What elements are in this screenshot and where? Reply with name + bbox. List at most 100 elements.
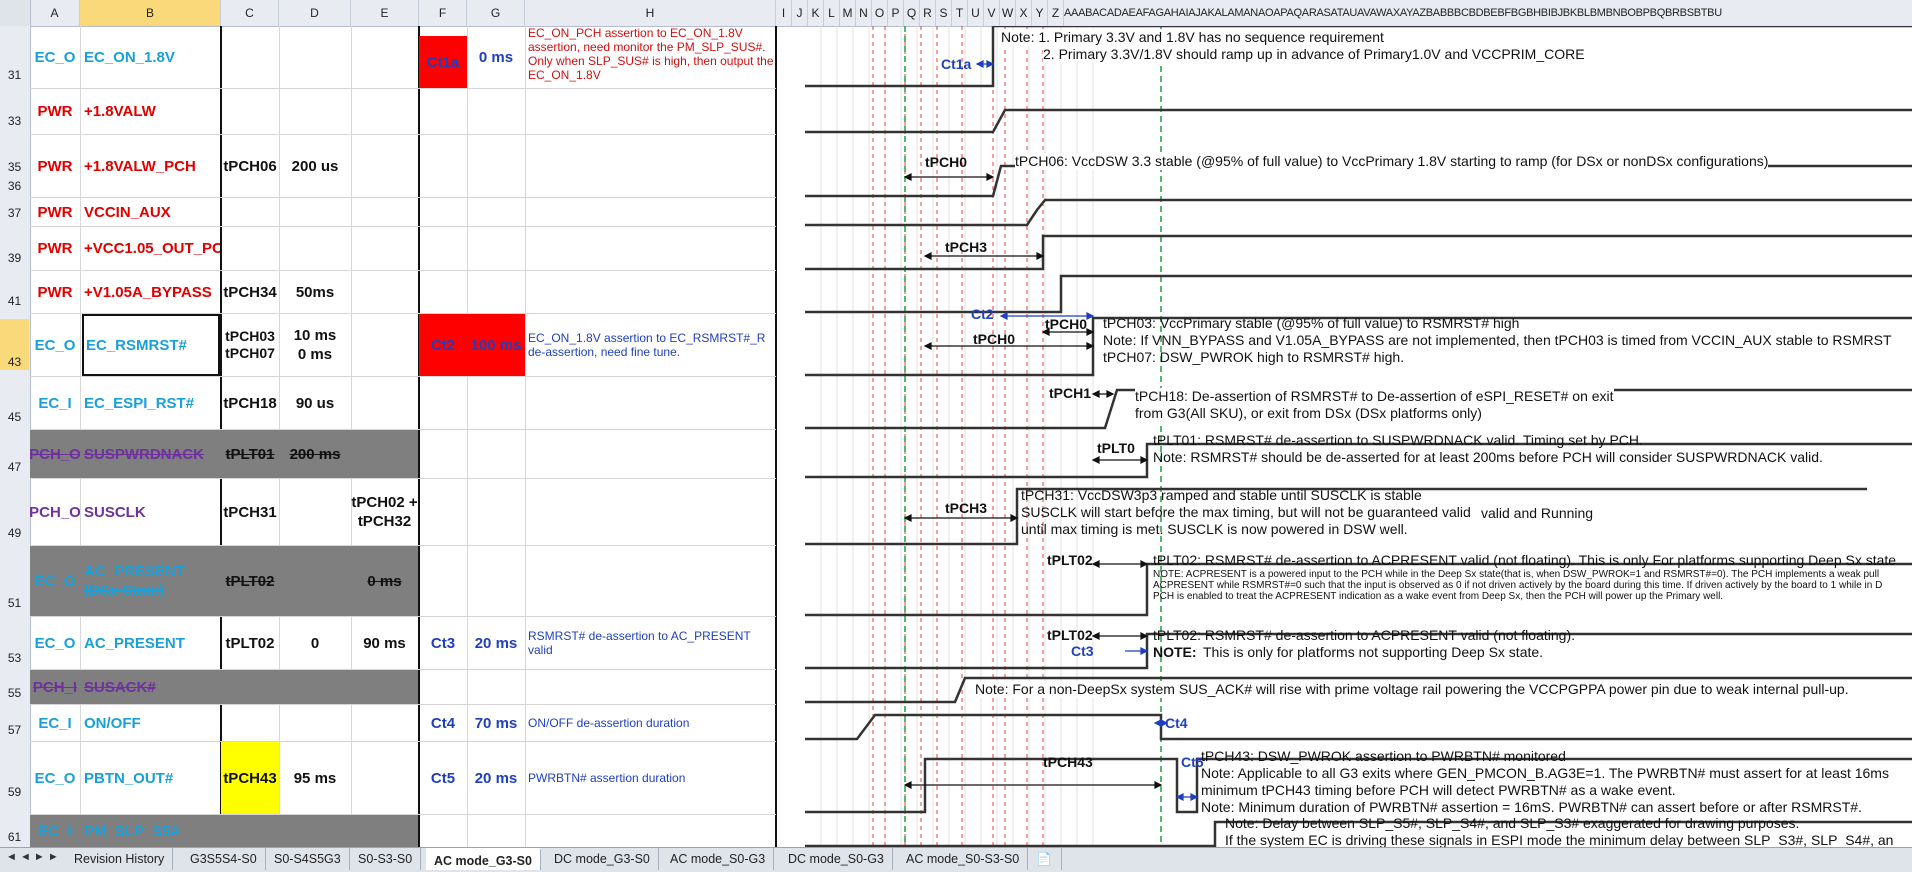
row-number[interactable]: 61 (0, 830, 29, 844)
col-header-m[interactable]: M (840, 0, 856, 26)
ct-value[interactable]: 70 ms (467, 705, 525, 741)
col-header-k[interactable]: K (808, 0, 824, 26)
ct-value[interactable]: 20 ms (467, 617, 525, 669)
col-header-y[interactable]: Y (1032, 0, 1048, 26)
row-number[interactable]: 45 (0, 410, 29, 424)
timing-value[interactable]: 10 ms 0 ms (279, 314, 351, 376)
signal-name[interactable]: AC_PRESENT (DSx State) (84, 546, 220, 616)
row-number[interactable]: 59 (0, 785, 29, 799)
row-number[interactable]: 55 (0, 686, 29, 700)
sheet-tab[interactable]: S0-S3-S0 (350, 848, 422, 870)
signal-type[interactable]: PWR (30, 135, 80, 197)
signal-name[interactable]: SUSACK# (84, 670, 220, 704)
signal-name[interactable]: AC_PRESENT (84, 617, 220, 669)
ct-description[interactable]: PWRBTN# assertion duration (528, 742, 774, 814)
col-header-t[interactable]: T (952, 0, 968, 26)
timing-value[interactable]: 200 ms (279, 430, 351, 478)
col-header-f[interactable]: F (419, 0, 467, 26)
sheet-tab[interactable]: DC mode_G3-S0 (546, 848, 659, 870)
sheet-tab[interactable]: G3S5S4-S0 (182, 848, 266, 870)
signal-name[interactable]: +1.8VALW_PCH (84, 135, 220, 197)
timing-param[interactable]: tPCH34 (221, 271, 279, 313)
row-number[interactable]: 53 (0, 651, 29, 665)
ct-value[interactable]: 0 ms (467, 26, 525, 88)
timing-param-highlight[interactable]: tPCH43 (221, 742, 279, 814)
col-header-w[interactable]: W (1000, 0, 1016, 26)
signal-type[interactable]: EC_O (30, 314, 80, 376)
col-header-c[interactable]: C (221, 0, 279, 26)
row-number[interactable]: 51 (0, 596, 29, 610)
ct-param[interactable]: Ct2 (419, 314, 467, 376)
signal-type[interactable]: EC_I (30, 705, 80, 741)
row-number[interactable]: 33 (0, 114, 29, 128)
signal-type[interactable]: PCH_I (30, 670, 80, 704)
row-number[interactable]: 49 (0, 526, 29, 540)
col-header-n[interactable]: N (856, 0, 872, 26)
ct-param[interactable]: Ct1a (419, 36, 467, 88)
col-header-b[interactable]: B (80, 0, 221, 26)
tab-scroll-arrows[interactable]: ◄ ◄ ► ► (6, 851, 59, 863)
signal-name[interactable]: PBTN_OUT# (84, 742, 220, 814)
signal-type[interactable]: EC_O (30, 742, 80, 814)
selected-cell-signal-name[interactable]: EC_RSMRST# (82, 314, 220, 376)
timing-value[interactable]: 200 us (279, 135, 351, 197)
col-header-j[interactable]: J (792, 0, 808, 26)
signal-type[interactable]: PCH_O (30, 430, 80, 478)
timing-value[interactable]: 95 ms (279, 742, 351, 814)
col-header-s[interactable]: S (936, 0, 952, 26)
col-header-x[interactable]: X (1016, 0, 1032, 26)
col-header-aa-bu[interactable]: AAABACADAEAFAGAHAIAJAKALAMANAOAPAQARASAT… (1064, 0, 1722, 26)
signal-name[interactable]: +1.8VALW (84, 89, 220, 134)
sheet-grid[interactable]: EC_O EC_ON_1.8V Ct1a 0 ms EC_ON_PCH asse… (30, 26, 1912, 848)
ct-description[interactable]: EC_ON_PCH assertion to EC_ON_1.8V assert… (528, 26, 774, 88)
sheet-tab[interactable]: S0-S4S5G3 (266, 848, 350, 870)
row-number[interactable]: 41 (0, 294, 29, 308)
col-header-d[interactable]: D (279, 0, 351, 26)
ct-description[interactable]: EC_ON_1.8V assertion to EC_RSMRST#_R de-… (528, 314, 774, 376)
ct-param[interactable]: Ct5 (419, 742, 467, 814)
signal-name[interactable]: VCCIN_AUX (84, 198, 220, 226)
timing-value-max[interactable]: 0 ms (351, 546, 418, 616)
row-number[interactable]: 39 (0, 251, 29, 265)
col-header-z[interactable]: Z (1048, 0, 1064, 26)
signal-type[interactable]: PWR (30, 271, 80, 313)
signal-name[interactable]: +V1.05A_BYPASS (84, 271, 220, 313)
signal-name[interactable]: ON/OFF (84, 705, 220, 741)
signal-type[interactable]: EC_O (30, 617, 80, 669)
ct-value[interactable]: 100 ms (467, 314, 525, 376)
row-number[interactable]: 37 (0, 206, 29, 220)
timing-param[interactable]: tPLT02 (221, 546, 279, 616)
timing-param[interactable]: tPCH06 (221, 135, 279, 197)
col-header-r[interactable]: R (920, 0, 936, 26)
signal-name[interactable]: SUSCLK (84, 479, 220, 545)
signal-name[interactable]: PM_SLP_S5# (84, 815, 220, 848)
signal-type[interactable]: EC_O (30, 26, 80, 88)
signal-name[interactable]: EC_ON_1.8V (84, 26, 220, 88)
col-header-o[interactable]: O (872, 0, 888, 26)
sheet-tab[interactable]: DC mode_S0-G3 (780, 848, 893, 870)
signal-type[interactable]: PCH_O (30, 479, 80, 545)
select-all-corner[interactable] (0, 0, 31, 26)
signal-type[interactable]: EC_I (30, 377, 80, 429)
ct-value[interactable]: 20 ms (467, 742, 525, 814)
sheet-tab[interactable]: AC mode_S0-S3-S0 (898, 848, 1029, 870)
timing-param[interactable]: tPCH18 (221, 377, 279, 429)
signal-type[interactable]: EC_I (30, 815, 80, 848)
timing-value[interactable]: 0 (279, 617, 351, 669)
timing-param[interactable]: tPLT02 (221, 617, 279, 669)
row-number-selected[interactable]: 43 (0, 319, 29, 370)
row-number[interactable]: 35 (0, 160, 29, 174)
col-header-h[interactable]: H (525, 0, 776, 26)
row-number[interactable]: 47 (0, 460, 29, 474)
new-sheet-icon[interactable]: 📄 (1032, 848, 1062, 870)
signal-name[interactable]: +VCC1.05_OUT_PCH (84, 227, 220, 270)
col-header-g[interactable]: G (467, 0, 525, 26)
col-header-p[interactable]: P (888, 0, 904, 26)
timing-value-max[interactable]: tPCH02 + tPCH32 (351, 479, 418, 545)
col-header-u[interactable]: U (968, 0, 984, 26)
timing-value[interactable]: 50ms (279, 271, 351, 313)
col-header-i[interactable]: I (776, 0, 792, 26)
timing-param[interactable]: tPLT01 (221, 430, 279, 478)
ct-param[interactable]: Ct4 (419, 705, 467, 741)
signal-type[interactable]: EC_O (30, 546, 80, 616)
